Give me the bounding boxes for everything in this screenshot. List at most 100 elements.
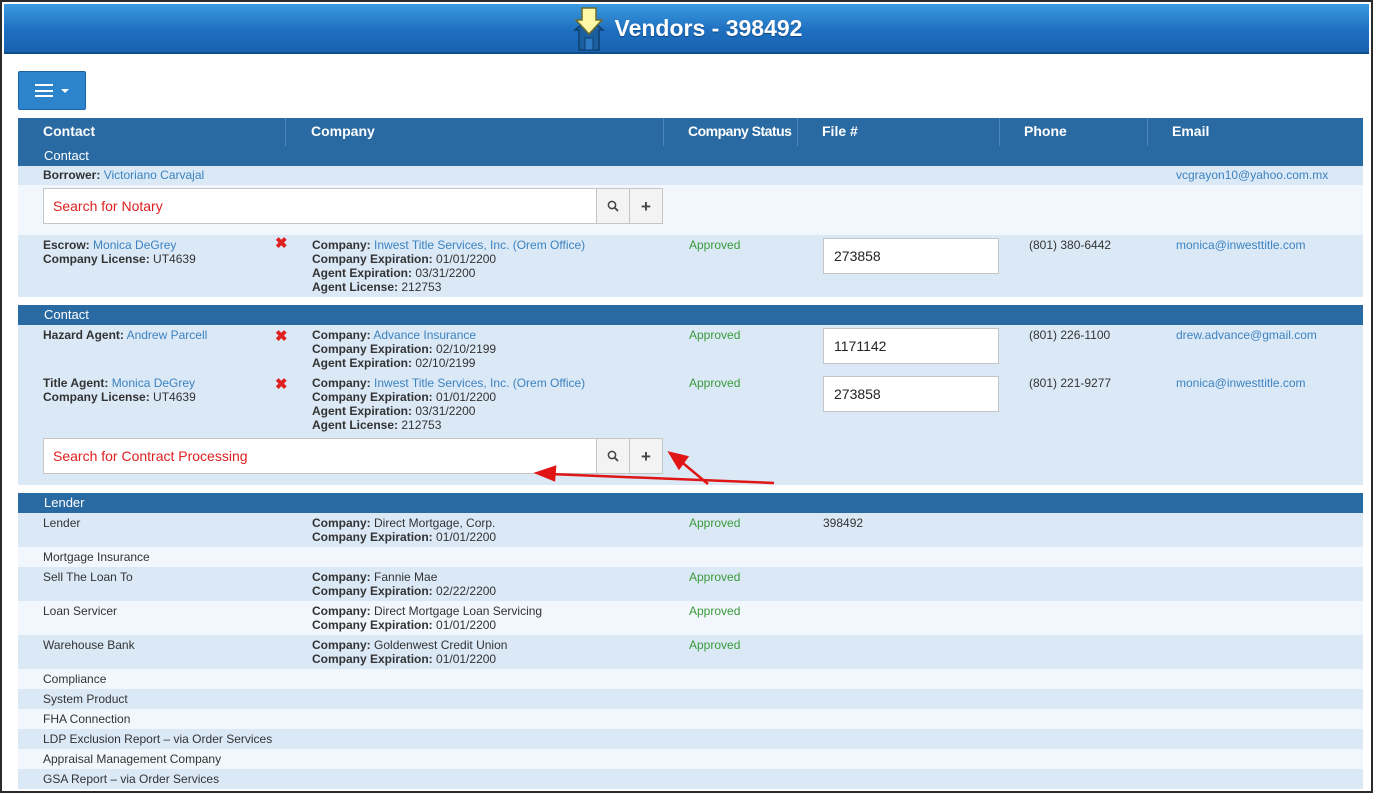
column-header-contact[interactable]: Contact <box>18 118 286 146</box>
column-header-status[interactable]: Company Status <box>664 118 798 146</box>
warehouse-bank-status: Approved <box>689 638 741 652</box>
title-agent-name-link[interactable]: Monica DeGrey <box>112 376 195 390</box>
ldp-exclusion-name: LDP Exclusion Report – via Order Service… <box>43 732 273 746</box>
contract-processing-search-button[interactable] <box>597 438 630 474</box>
sell-loan-status: Approved <box>689 570 741 584</box>
notary-search: Search for Notary + <box>43 188 663 224</box>
lender-file: 398492 <box>823 516 864 530</box>
house-arrow-logo-icon <box>572 7 605 51</box>
loan-servicer-company-cell: Company: Direct Mortgage Loan Servicing … <box>312 604 543 632</box>
warehouse-bank-company-cell: Company: Goldenwest Credit Union Company… <box>312 638 508 666</box>
table-row: Warehouse Bank Company: Goldenwest Credi… <box>18 635 1363 669</box>
escrow-file-input[interactable]: 273858 <box>823 238 999 274</box>
escrow-role-label: Escrow: <box>43 238 90 252</box>
table-row: Search for Notary + <box>18 185 1363 235</box>
table-row: Borrower: Victoriano Carvajal vcgrayon10… <box>18 166 1363 185</box>
hamburger-menu-icon <box>35 84 53 97</box>
escrow-contact-cell: Escrow: Monica DeGrey Company License: U… <box>43 238 196 266</box>
escrow-email-link[interactable]: monica@inwesttitle.com <box>1176 238 1306 252</box>
table-header: Contact Company Company Status File # Ph… <box>18 118 1363 146</box>
fha-connection-name: FHA Connection <box>43 712 131 726</box>
mortgage-insurance-name: Mortgage Insurance <box>43 550 150 564</box>
column-header-file[interactable]: File # <box>798 118 1000 146</box>
contract-processing-search-input[interactable]: Search for Contract Processing <box>43 438 597 474</box>
appraisal-management-name: Appraisal Management Company <box>43 752 222 766</box>
escrow-company-link[interactable]: Inwest Title Services, Inc. (Orem Office… <box>374 238 585 252</box>
table-row: Lender Company: Direct Mortgage, Corp. C… <box>18 513 1363 547</box>
table-row: Mortgage Insurance <box>18 547 1363 567</box>
plus-icon: + <box>641 446 651 466</box>
hazard-name-link[interactable]: Andrew Parcell <box>127 328 208 342</box>
sell-loan-company-cell: Company: Fannie Mae Company Expiration: … <box>312 570 497 598</box>
title-agent-file-input[interactable]: 273858 <box>823 376 999 412</box>
caret-down-icon <box>61 88 69 93</box>
section-header-contact: Contact <box>18 146 1363 166</box>
notary-search-button[interactable] <box>597 188 630 224</box>
notary-add-button[interactable]: + <box>630 188 663 224</box>
table-row: LDP Exclusion Report – via Order Service… <box>18 729 1363 749</box>
sell-loan-name: Sell The Loan To <box>43 570 133 584</box>
escrow-name-link[interactable]: Monica DeGrey <box>93 238 176 252</box>
compliance-name: Compliance <box>43 672 107 686</box>
lender-status: Approved <box>689 516 741 530</box>
system-product-name: System Product <box>43 692 128 706</box>
hazard-company-cell: Company: Advance Insurance Company Expir… <box>312 328 497 370</box>
title-agent-company-cell: Company: Inwest Title Services, Inc. (Or… <box>312 376 586 432</box>
table-row: FHA Connection <box>18 709 1363 729</box>
hazard-file-input[interactable]: 1171142 <box>823 328 999 364</box>
title-agent-role-label: Title Agent: <box>43 376 109 390</box>
section-header-lender: Lender <box>18 493 1363 513</box>
table-row: Appraisal Management Company <box>18 749 1363 769</box>
escrow-status: Approved <box>689 238 741 252</box>
column-header-phone[interactable]: Phone <box>1000 118 1148 146</box>
hazard-phone: (801) 226-1100 <box>1029 328 1111 342</box>
remove-hazard-icon[interactable]: ✖ <box>275 329 288 344</box>
table-row: Search for Contract Processing + <box>18 435 1363 485</box>
hazard-contact-cell: Hazard Agent: Andrew Parcell <box>43 328 207 342</box>
escrow-phone: (801) 380-6442 <box>1029 238 1112 252</box>
table-row: Sell The Loan To Company: Fannie Mae Com… <box>18 567 1363 601</box>
title-agent-status: Approved <box>689 376 741 390</box>
notary-search-input[interactable]: Search for Notary <box>43 188 597 224</box>
license-value: UT4639 <box>153 252 196 266</box>
plus-icon: + <box>641 196 651 216</box>
hazard-company-link[interactable]: Advance Insurance <box>373 328 476 342</box>
gsa-report-name: GSA Report – via Order Services <box>43 772 220 786</box>
hazard-status: Approved <box>689 328 741 342</box>
borrower-name-link[interactable]: Victoriano Carvajal <box>104 168 205 182</box>
borrower-label: Borrower: <box>43 168 101 182</box>
window-title: Vendors - 398492 <box>614 14 803 41</box>
remove-escrow-icon[interactable]: ✖ <box>275 236 288 251</box>
loan-servicer-status: Approved <box>689 604 741 618</box>
table-row: System Product <box>18 689 1363 709</box>
title-agent-phone: (801) 221-9277 <box>1029 376 1112 390</box>
warehouse-bank-name: Warehouse Bank <box>43 638 135 652</box>
borrower-cell: Borrower: Victoriano Carvajal <box>43 168 204 182</box>
table-row: Loan Servicer Company: Direct Mortgage L… <box>18 601 1363 635</box>
title-agent-email-link[interactable]: monica@inwesttitle.com <box>1176 376 1306 390</box>
vendors-table: Contact Company Company Status File # Ph… <box>18 118 1363 789</box>
table-row: Hazard Agent: Andrew Parcell ✖ Company: … <box>18 325 1363 373</box>
table-row: GSA Report – via Order Services <box>18 769 1363 789</box>
borrower-email-link[interactable]: vcgrayon10@yahoo.com.mx <box>1176 168 1328 182</box>
contract-processing-add-button[interactable]: + <box>630 438 663 474</box>
table-row: Compliance <box>18 669 1363 689</box>
contract-processing-search: Search for Contract Processing + <box>43 438 663 474</box>
menu-dropdown-button[interactable] <box>18 71 86 110</box>
title-bar: Vendors - 398492 <box>4 4 1369 54</box>
title-agent-contact-cell: Title Agent: Monica DeGrey Company Licen… <box>43 376 196 404</box>
table-row: Escrow: Monica DeGrey Company License: U… <box>18 235 1363 297</box>
column-header-company[interactable]: Company <box>286 118 664 146</box>
escrow-company-cell: Company: Inwest Title Services, Inc. (Or… <box>312 238 586 294</box>
search-icon <box>607 450 619 462</box>
license-label: Company License: <box>43 252 150 266</box>
search-icon <box>607 200 619 212</box>
lender-company-cell: Company: Direct Mortgage, Corp. Company … <box>312 516 497 544</box>
hazard-email-link[interactable]: drew.advance@gmail.com <box>1176 328 1317 342</box>
title-agent-company-link[interactable]: Inwest Title Services, Inc. (Orem Office… <box>374 376 585 390</box>
table-row: Title Agent: Monica DeGrey Company Licen… <box>18 373 1363 435</box>
column-header-email[interactable]: Email <box>1148 118 1363 146</box>
remove-title-agent-icon[interactable]: ✖ <box>275 377 288 392</box>
hazard-role-label: Hazard Agent: <box>43 328 124 342</box>
window-frame: Vendors - 398492 Contact Company Company… <box>0 0 1373 793</box>
